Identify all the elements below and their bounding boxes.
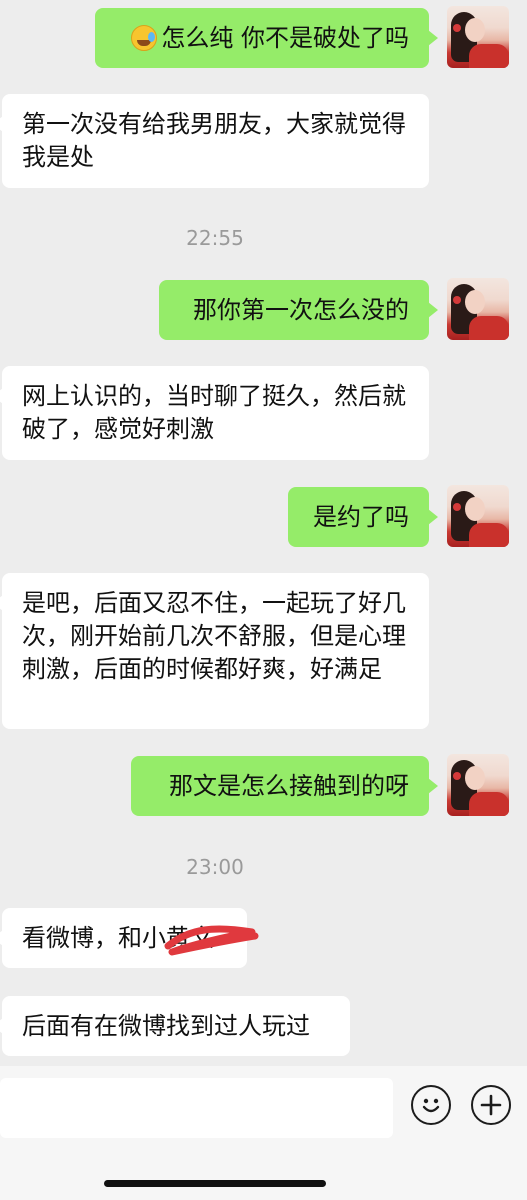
- outgoing-message[interactable]: 是约了吗: [288, 487, 438, 547]
- smiley-icon[interactable]: [411, 1085, 451, 1125]
- incoming-message[interactable]: 是吧，后面又忍不住，一起玩了好几次，刚开始前几次不舒服，但是心理刺激，后面的时候…: [0, 573, 429, 729]
- redaction-scribble: [164, 925, 259, 956]
- incoming-message[interactable]: 网上认识的，当时聊了挺久，然后就破了，感觉好刺激: [0, 366, 429, 460]
- contact-avatar[interactable]: [447, 485, 509, 547]
- message-text: 第一次没有给我男朋友，大家就觉得我是处: [22, 110, 406, 171]
- message-text: 是吧，后面又忍不住，一起玩了好几次，刚开始前几次不舒服，但是心理刺激，后面的时候…: [22, 589, 406, 683]
- timestamp: 22:55: [186, 226, 244, 250]
- plus-icon[interactable]: [471, 1085, 511, 1125]
- contact-avatar[interactable]: [447, 6, 509, 68]
- incoming-message[interactable]: 第一次没有给我男朋友，大家就觉得我是处: [0, 94, 429, 188]
- message-text: 后面有在微博找到过人玩过: [22, 1011, 310, 1040]
- message-text: 网上认识的，当时聊了挺久，然后就破了，感觉好刺激: [22, 382, 406, 443]
- contact-avatar[interactable]: [447, 278, 509, 340]
- message-text: 那文是怎么接触到的呀: [169, 771, 409, 800]
- timestamp: 23:00: [186, 855, 244, 879]
- message-input[interactable]: [0, 1078, 393, 1138]
- outgoing-message[interactable]: 那你第一次怎么没的: [159, 280, 438, 340]
- message-text: 是约了吗: [313, 502, 409, 531]
- message-text: 那你第一次怎么没的: [193, 295, 409, 324]
- contact-avatar[interactable]: [447, 754, 509, 816]
- message-text: 怎么纯 你不是破处了吗: [161, 23, 409, 52]
- outgoing-message[interactable]: 那文是怎么接触到的呀: [131, 756, 438, 816]
- home-indicator: [104, 1180, 326, 1187]
- incoming-message[interactable]: 后面有在微博找到过人玩过: [0, 996, 350, 1056]
- outgoing-message[interactable]: 怎么纯 你不是破处了吗: [95, 8, 438, 68]
- face-with-tears-icon: [131, 25, 158, 51]
